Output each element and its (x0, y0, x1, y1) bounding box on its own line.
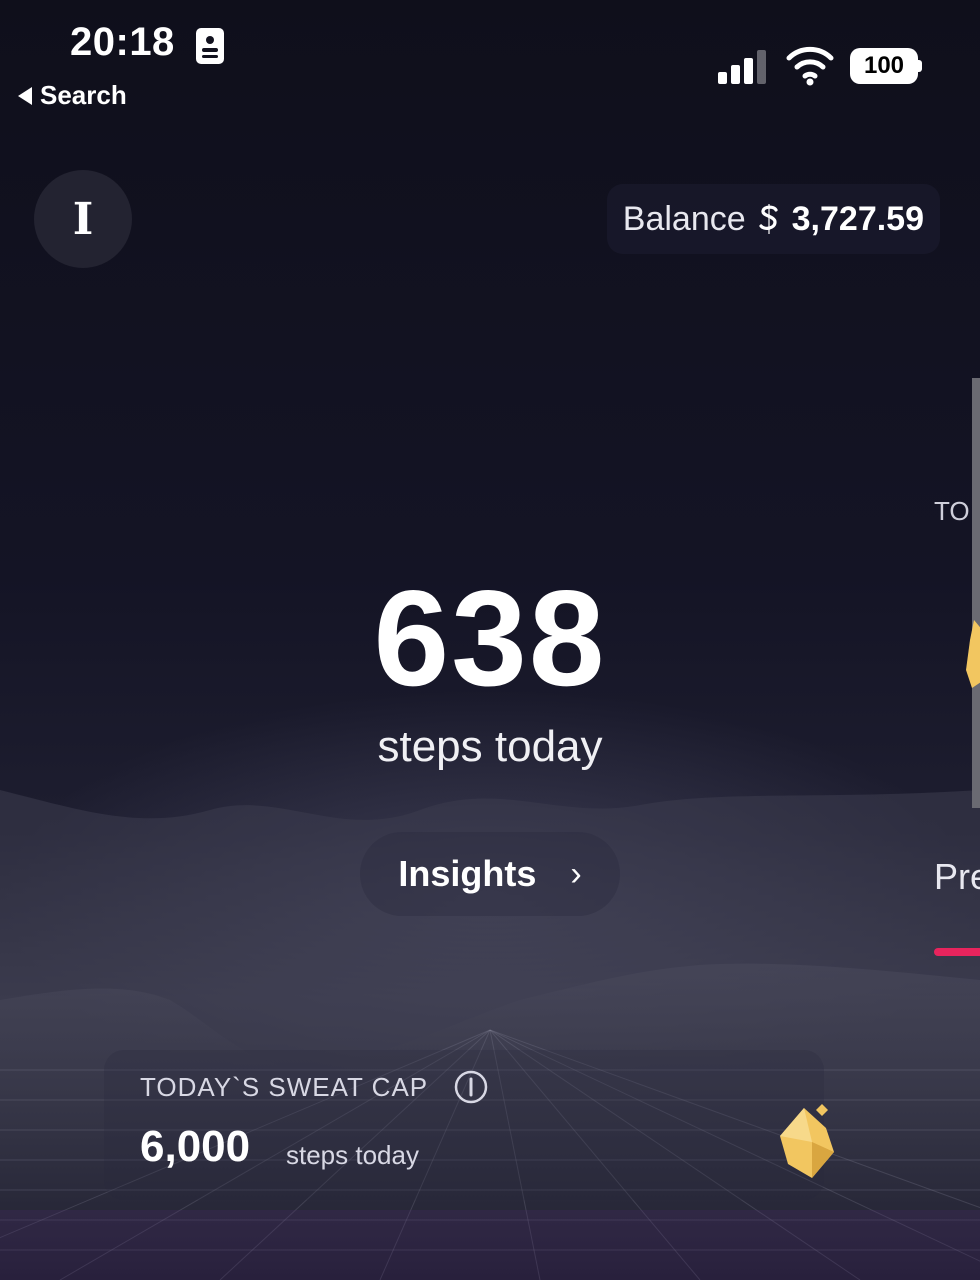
side-card-label: Pre (934, 856, 980, 897)
side-card-accent-bar (934, 948, 980, 956)
back-label: Search (40, 80, 127, 110)
side-card-title: TO (934, 496, 970, 526)
balance-label: Balance (622, 199, 746, 238)
insights-label: Insights (398, 853, 537, 894)
wifi-icon (786, 46, 834, 86)
steps-label: steps today (377, 722, 603, 771)
sweat-cap-value: 6,000 (140, 1122, 251, 1171)
insights-button[interactable]: Insights › (360, 832, 620, 916)
id-card-icon (196, 28, 224, 64)
battery-nub (918, 60, 922, 72)
status-time: 20:18 (70, 20, 175, 64)
gem-icon (780, 1104, 834, 1178)
balance-value: 3,727.59 (791, 199, 924, 238)
back-arrow-icon (18, 86, 32, 105)
signal-icon (718, 50, 766, 84)
info-icon[interactable] (454, 1070, 488, 1104)
side-card-edge[interactable] (972, 378, 980, 808)
gem-icon (966, 620, 980, 688)
battery-icon: 100 (850, 48, 918, 84)
chevron-right-icon: › (570, 854, 582, 893)
sweat-cap-unit: steps today (286, 1140, 419, 1170)
back-to-search-link[interactable]: Search (18, 80, 127, 111)
avatar-initial: I (72, 193, 94, 245)
sweat-coin-icon (759, 204, 778, 234)
balance-button[interactable]: Balance 3,727.59 (606, 184, 940, 254)
profile-avatar-button[interactable]: I (34, 170, 132, 268)
sweat-cap-title: TODAY`S SWEAT CAP (140, 1072, 429, 1102)
steps-count: 638 (373, 562, 607, 714)
